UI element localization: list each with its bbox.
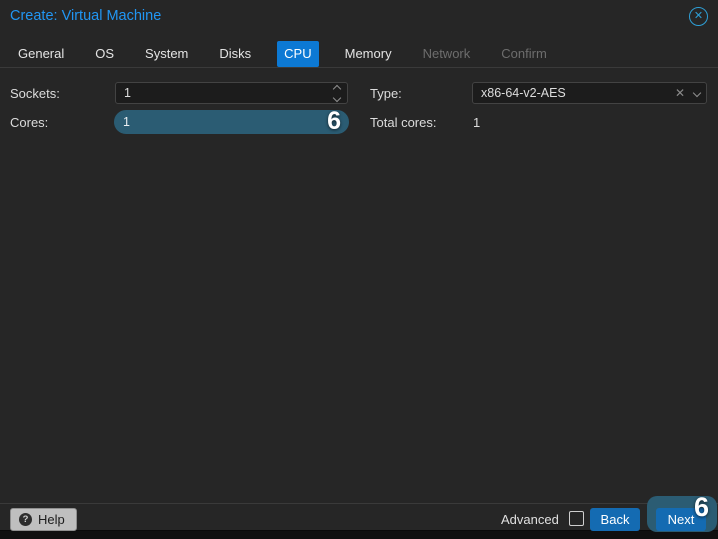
combo-tools: ✕	[675, 83, 700, 103]
help-button[interactable]: ? Help	[10, 508, 77, 531]
clear-icon[interactable]: ✕	[675, 87, 685, 99]
create-vm-dialog: Create: Virtual Machine ✕ General OS Sys…	[0, 0, 718, 531]
cores-input[interactable]	[115, 111, 348, 133]
advanced-label: Advanced	[501, 512, 559, 527]
cores-field-highlighted: 6	[114, 110, 349, 134]
back-button[interactable]: Back	[590, 508, 640, 531]
sockets-spinner[interactable]	[334, 83, 340, 103]
sockets-label: Sockets:	[10, 86, 60, 101]
som-mark-cores: 6	[327, 107, 341, 136]
cpu-type-label: Type:	[370, 86, 402, 101]
tab-os[interactable]: OS	[90, 41, 119, 67]
total-cores-value: 1	[473, 115, 480, 130]
footer-divider	[0, 503, 718, 504]
cores-label: Cores:	[10, 115, 48, 130]
tab-confirm: Confirm	[496, 41, 552, 67]
help-question-icon: ?	[19, 513, 32, 526]
wizard-tab-bar: General OS System Disks CPU Memory Netwo…	[13, 40, 573, 67]
dialog-header: Create: Virtual Machine ✕	[0, 0, 718, 34]
dialog-title: Create: Virtual Machine	[10, 8, 161, 24]
cpu-type-input[interactable]	[473, 83, 706, 103]
tab-memory[interactable]: Memory	[340, 41, 397, 67]
spinner-down-icon[interactable]	[333, 93, 341, 101]
tab-general[interactable]: General	[13, 41, 69, 67]
help-button-label: Help	[38, 512, 65, 527]
sockets-input[interactable]	[116, 83, 347, 103]
advanced-checkbox[interactable]	[569, 511, 584, 526]
screen: Create: Virtual Machine ✕ General OS Sys…	[0, 0, 718, 539]
close-button[interactable]: ✕	[689, 7, 708, 26]
tab-system[interactable]: System	[140, 41, 193, 67]
tab-network: Network	[418, 41, 476, 67]
chevron-down-icon[interactable]	[693, 89, 701, 97]
cpu-type-combo: ✕	[472, 82, 707, 104]
total-cores-label: Total cores:	[370, 115, 436, 130]
close-icon: ✕	[694, 11, 703, 22]
tab-disks[interactable]: Disks	[214, 41, 256, 67]
tab-divider	[0, 67, 718, 68]
tab-cpu[interactable]: CPU	[277, 41, 318, 67]
spinner-up-icon[interactable]	[333, 84, 341, 92]
som-mark-next: 6	[694, 492, 709, 523]
sockets-field	[115, 82, 348, 104]
